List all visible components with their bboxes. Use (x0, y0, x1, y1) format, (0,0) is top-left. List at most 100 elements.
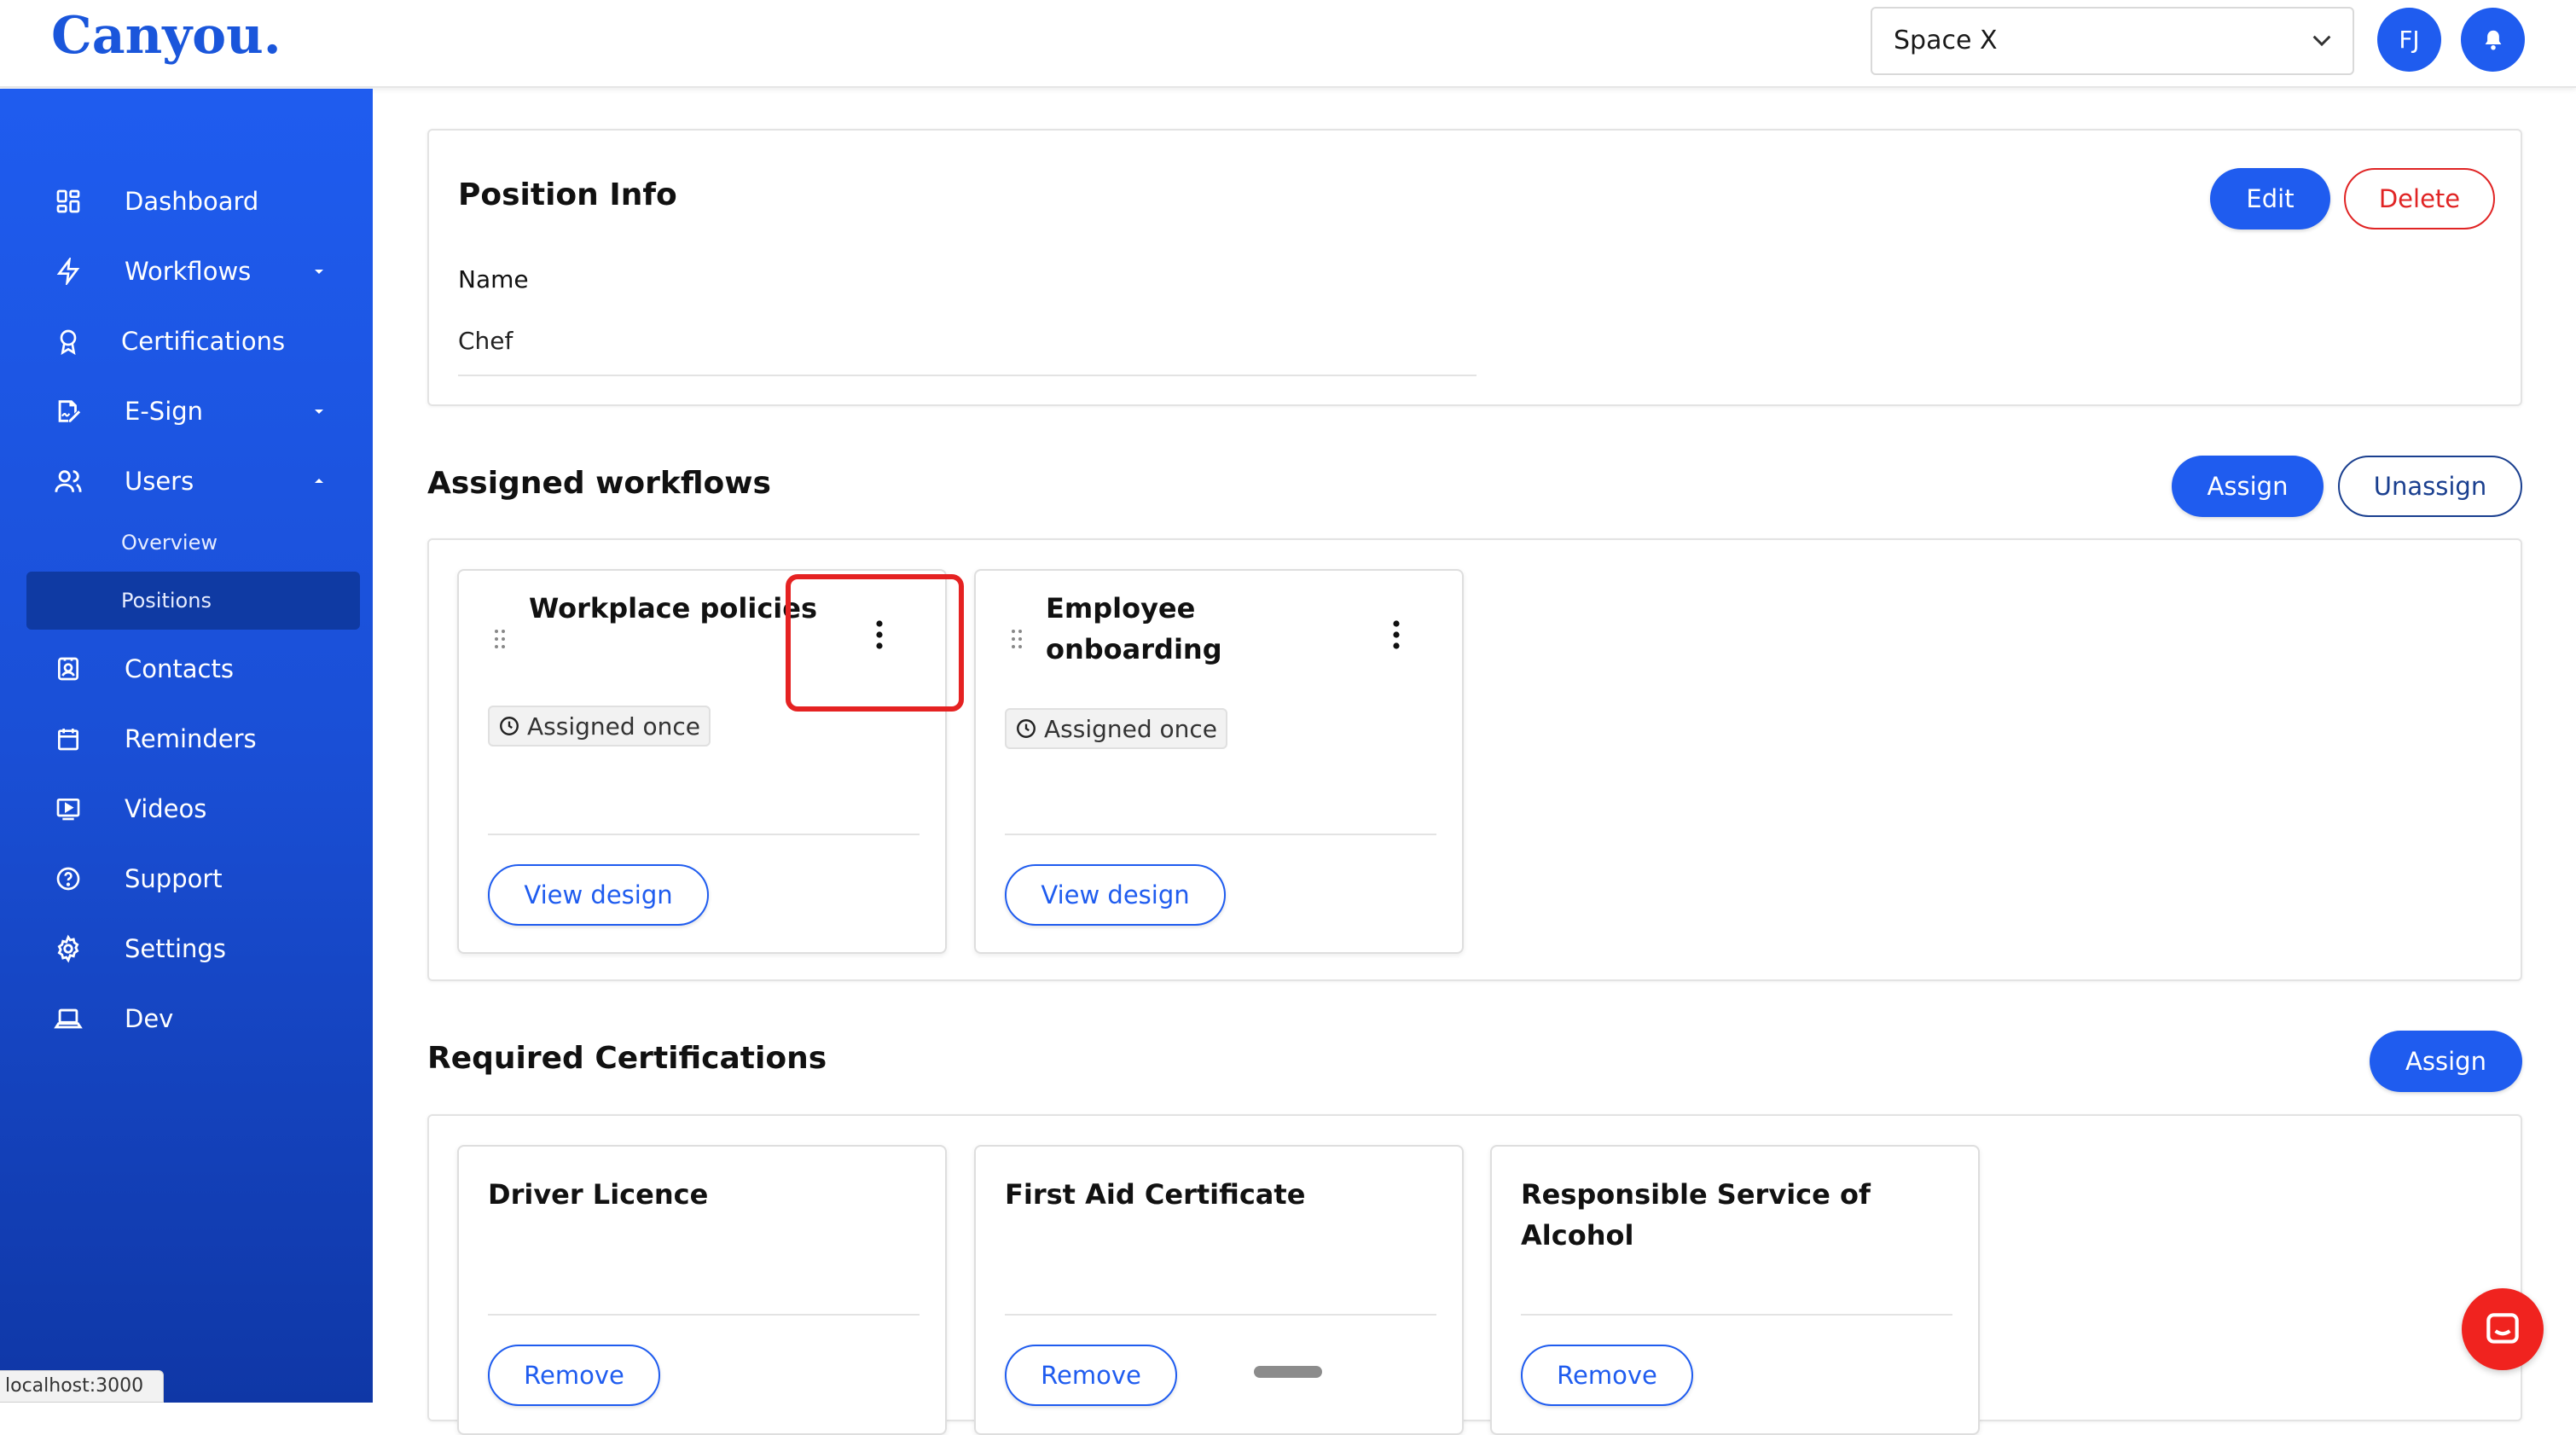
top-bar: Canyou. Space X FJ (0, 0, 2576, 88)
assigned-once-badge: Assigned once (488, 706, 711, 747)
workflow-card-title-line: onboarding (1046, 633, 1222, 665)
card-divider (488, 834, 920, 835)
sidebar-item-reminders[interactable]: Reminders (0, 712, 373, 765)
remove-certification-button[interactable]: Remove (488, 1345, 660, 1406)
unassign-workflow-button[interactable]: Unassign (2338, 456, 2522, 517)
sidebar-subitem-label: Overview (121, 531, 218, 555)
certification-card: Responsible Service of Alcohol Remove (1490, 1145, 1980, 1435)
notifications-button[interactable] (2461, 8, 2525, 72)
user-avatar-button[interactable]: FJ (2377, 8, 2441, 72)
sidebar-item-label: Certifications (121, 327, 286, 356)
card-divider (1005, 834, 1436, 835)
drag-handle-icon[interactable] (493, 628, 507, 650)
delete-button[interactable]: Delete (2344, 168, 2495, 229)
badge-label: Assigned once (527, 712, 701, 741)
video-play-icon (51, 792, 85, 826)
certification-card-title: Responsible Service of Alcohol (1521, 1174, 1871, 1256)
highlight-box (786, 574, 964, 712)
calendar-icon (51, 722, 85, 756)
required-certifications-title: Required Certifications (427, 1041, 827, 1076)
assign-workflow-button[interactable]: Assign (2172, 456, 2324, 517)
laptop-icon (51, 1002, 85, 1036)
certification-card-title: First Aid Certificate (1005, 1178, 1306, 1211)
clock-icon (1017, 719, 1036, 738)
caret-up-icon (315, 479, 323, 483)
sidebar: Dashboard Workflows Certifications E-Sig… (0, 89, 373, 1403)
more-options-icon[interactable] (1384, 618, 1409, 652)
app-logo[interactable]: Canyou. (51, 2, 281, 70)
edit-button[interactable]: Edit (2210, 168, 2330, 229)
remove-certification-button[interactable]: Remove (1521, 1345, 1693, 1406)
assigned-once-badge: Assigned once (1005, 708, 1228, 749)
sidebar-item-workflows[interactable]: Workflows (0, 245, 373, 298)
sidebar-item-label: E-Sign (125, 397, 204, 426)
sidebar-item-label: Support (125, 864, 223, 893)
sidebar-item-videos[interactable]: Videos (0, 782, 373, 835)
workflow-card-title-line: Employee (1046, 592, 1196, 625)
space-select[interactable]: Space X (1871, 7, 2354, 75)
sidebar-item-label: Reminders (125, 724, 257, 753)
signature-icon (51, 394, 85, 428)
chevron-down-icon (2312, 35, 2331, 47)
status-url: localhost:3000 (0, 1370, 164, 1403)
sidebar-item-dev[interactable]: Dev (0, 992, 373, 1045)
horizontal-scroll-indicator[interactable] (1254, 1366, 1322, 1378)
card-divider (488, 1314, 920, 1316)
workflow-card-title: Workplace policies (529, 592, 817, 625)
sidebar-item-label: Contacts (125, 654, 234, 683)
help-circle-icon (51, 862, 85, 896)
workflow-card-title: Employee onboarding (1046, 588, 1222, 670)
chat-icon (2486, 1313, 2519, 1344)
sidebar-item-settings[interactable]: Settings (0, 922, 373, 975)
users-icon (51, 464, 85, 498)
sidebar-item-label: Videos (125, 794, 207, 823)
clock-icon (500, 717, 519, 735)
sidebar-item-support[interactable]: Support (0, 852, 373, 905)
sidebar-item-users[interactable]: Users (0, 455, 373, 508)
certification-card-title-line: Alcohol (1521, 1219, 1634, 1252)
position-info-title: Position Info (458, 177, 677, 212)
sidebar-item-dashboard[interactable]: Dashboard (0, 175, 373, 228)
award-ribbon-icon (51, 324, 85, 358)
certification-card: Driver Licence Remove (457, 1145, 947, 1435)
certification-card: First Aid Certificate Remove (974, 1145, 1464, 1435)
badge-label: Assigned once (1044, 714, 1218, 743)
certification-card-title: Driver Licence (488, 1178, 709, 1211)
certification-card-title-line: Responsible Service of (1521, 1178, 1871, 1211)
sidebar-item-label: Users (125, 467, 194, 496)
sidebar-item-certifications[interactable]: Certifications (0, 315, 373, 368)
view-design-button[interactable]: View design (1005, 864, 1226, 926)
caret-down-icon (315, 270, 323, 274)
sidebar-item-label: Settings (125, 934, 226, 963)
sidebar-subitem-label: Positions (121, 589, 212, 613)
sidebar-subitem-positions[interactable]: Positions (26, 572, 360, 630)
view-design-button[interactable]: View design (488, 864, 709, 926)
sidebar-item-esign[interactable]: E-Sign (0, 385, 373, 438)
name-field-label: Name (458, 265, 529, 293)
position-info-panel: Position Info Edit Delete Name Chef (427, 129, 2522, 406)
contact-card-icon (51, 652, 85, 686)
bell-icon (2485, 30, 2501, 49)
sidebar-item-label: Dashboard (125, 187, 259, 216)
sidebar-item-label: Dev (125, 1004, 174, 1033)
drag-handle-icon[interactable] (1010, 628, 1024, 650)
avatar-initials: FJ (2399, 26, 2420, 54)
sidebar-item-label: Workflows (125, 257, 252, 286)
caret-down-icon (315, 410, 323, 414)
card-divider (1005, 1314, 1436, 1316)
required-certifications-panel: Driver Licence Remove First Aid Certific… (427, 1114, 2522, 1435)
dashboard-grid-icon (51, 184, 85, 218)
name-field-underline (458, 375, 1477, 376)
remove-certification-button[interactable]: Remove (1005, 1345, 1177, 1406)
assigned-workflows-title: Assigned workflows (427, 466, 771, 501)
gear-icon (51, 932, 85, 966)
space-select-value: Space X (1894, 26, 1998, 55)
sidebar-subitem-overview[interactable]: Overview (26, 514, 360, 572)
assigned-workflows-panel: Workplace policies Assigned once View de… (427, 538, 2522, 981)
chat-support-button[interactable] (2462, 1288, 2544, 1370)
card-divider (1521, 1314, 1952, 1316)
assign-certification-button[interactable]: Assign (2370, 1031, 2522, 1092)
sidebar-item-contacts[interactable]: Contacts (0, 642, 373, 695)
name-field-value: Chef (458, 327, 513, 355)
lightning-icon (51, 254, 85, 288)
